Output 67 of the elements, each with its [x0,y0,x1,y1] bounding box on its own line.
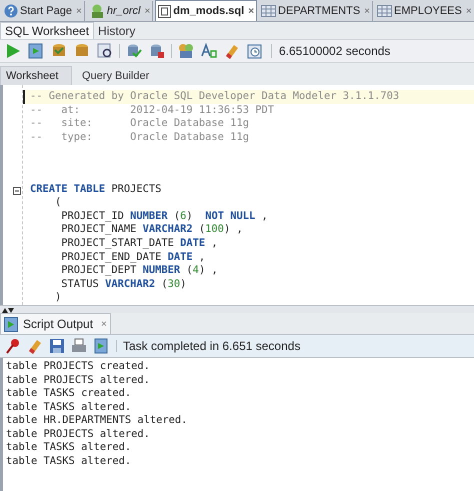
task-status: Task completed in 6.651 seconds [123,338,300,355]
rollback-icon[interactable] [148,42,166,60]
splitter-arrows-icon[interactable] [2,306,14,312]
editor-tab[interactable]: hr_orcl × [86,1,154,21]
script-icon[interactable] [92,337,110,355]
eraser-icon[interactable] [26,337,44,355]
output-line: table TASKS altered. [6,454,132,468]
output-line: table HR.DEPARTMENTS altered. [6,414,188,428]
view-tab[interactable]: Query Builder [72,67,160,85]
code-line: PROJECT_ID NUMBER (6) NOT NULL , [60,210,268,222]
save-icon[interactable] [48,337,66,355]
output-line: table TASKS altered. [6,400,132,414]
code-line: -- Generated by Oracle SQL Developer Data Modeler 3.1.1.703 [30,90,400,102]
code-line: CREATE TABLE PROJECTS [30,182,162,195]
tab-label: EMPLOYEES [394,4,462,19]
table-icon [261,5,276,17]
panel-tab[interactable]: History [94,23,140,39]
code-line: STATUS VARCHAR2 (30) [60,278,186,290]
code-line: PROJECT_END_DATE DATE , [60,250,206,263]
close-tab-button[interactable]: × [364,4,370,18]
code-editor[interactable] [0,85,474,305]
tab-label: hr_orcl [106,4,140,19]
editor-tab[interactable]: DEPARTMENTS × [259,1,373,21]
sql-tuning-icon[interactable] [177,42,195,60]
close-tab-button[interactable]: × [76,4,82,18]
tab-label: Start Page [20,4,72,19]
close-tab-button[interactable]: × [466,4,472,18]
table-icon [377,5,392,17]
close-tab-button[interactable]: × [101,316,107,332]
output-line: table TASKS created. [6,387,132,400]
print-icon[interactable] [70,337,88,355]
script-output-tab[interactable]: Script Output × [0,313,111,334]
editor-tab[interactable]: EMPLOYEES × [375,1,474,21]
eraser-icon[interactable] [223,42,241,60]
code-line: ( [54,196,62,208]
run-icon[interactable] [4,42,22,60]
code-line: PROJECT_START_DATE DATE , [60,237,218,250]
script-icon [4,316,19,332]
tab-label: DEPARTMENTS [278,4,360,19]
output-line: table PROJECTS altered. [6,374,150,387]
tab-label: Script Output [23,316,94,333]
view-tab[interactable]: Worksheet [0,66,72,85]
code-line: -- site: Oracle Database 11g [30,117,249,130]
history-icon[interactable] [246,42,264,60]
output-line: table PROJECTS altered. [6,428,150,441]
collapse-icon[interactable] [13,186,21,195]
code-line: PROJECT_NAME VARCHAR2 (100) , [60,223,243,236]
editor-tab[interactable]: Start Page × [2,1,85,21]
execution-time: 6.65100002 seconds [279,43,390,60]
code-line: -- at: 2012-04-19 11:36:53 PDT [30,104,274,116]
editor-tab[interactable]: dm_mods.sql × [155,0,258,21]
output-line: table PROJECTS created. [6,360,150,374]
code-line: ) [54,291,62,304]
help-icon [4,4,18,18]
run-script-icon[interactable] [27,42,45,60]
close-tab-button[interactable]: × [144,4,150,18]
pin-icon[interactable] [4,337,22,355]
text-case-icon[interactable] [200,42,218,60]
code-line: PROJECT_DEPT NUMBER (4) , [60,264,218,276]
explain-plan-icon[interactable] [96,42,114,60]
commit-icon[interactable] [125,42,143,60]
close-tab-button[interactable]: × [248,4,254,18]
code-line: -- type: Oracle Database 11g [30,130,249,143]
output-line: table TASKS altered. [6,441,132,454]
panel-tab[interactable]: SQL Worksheet [0,22,94,39]
document-icon [158,4,172,18]
tab-label: dm_mods.sql [173,4,244,19]
